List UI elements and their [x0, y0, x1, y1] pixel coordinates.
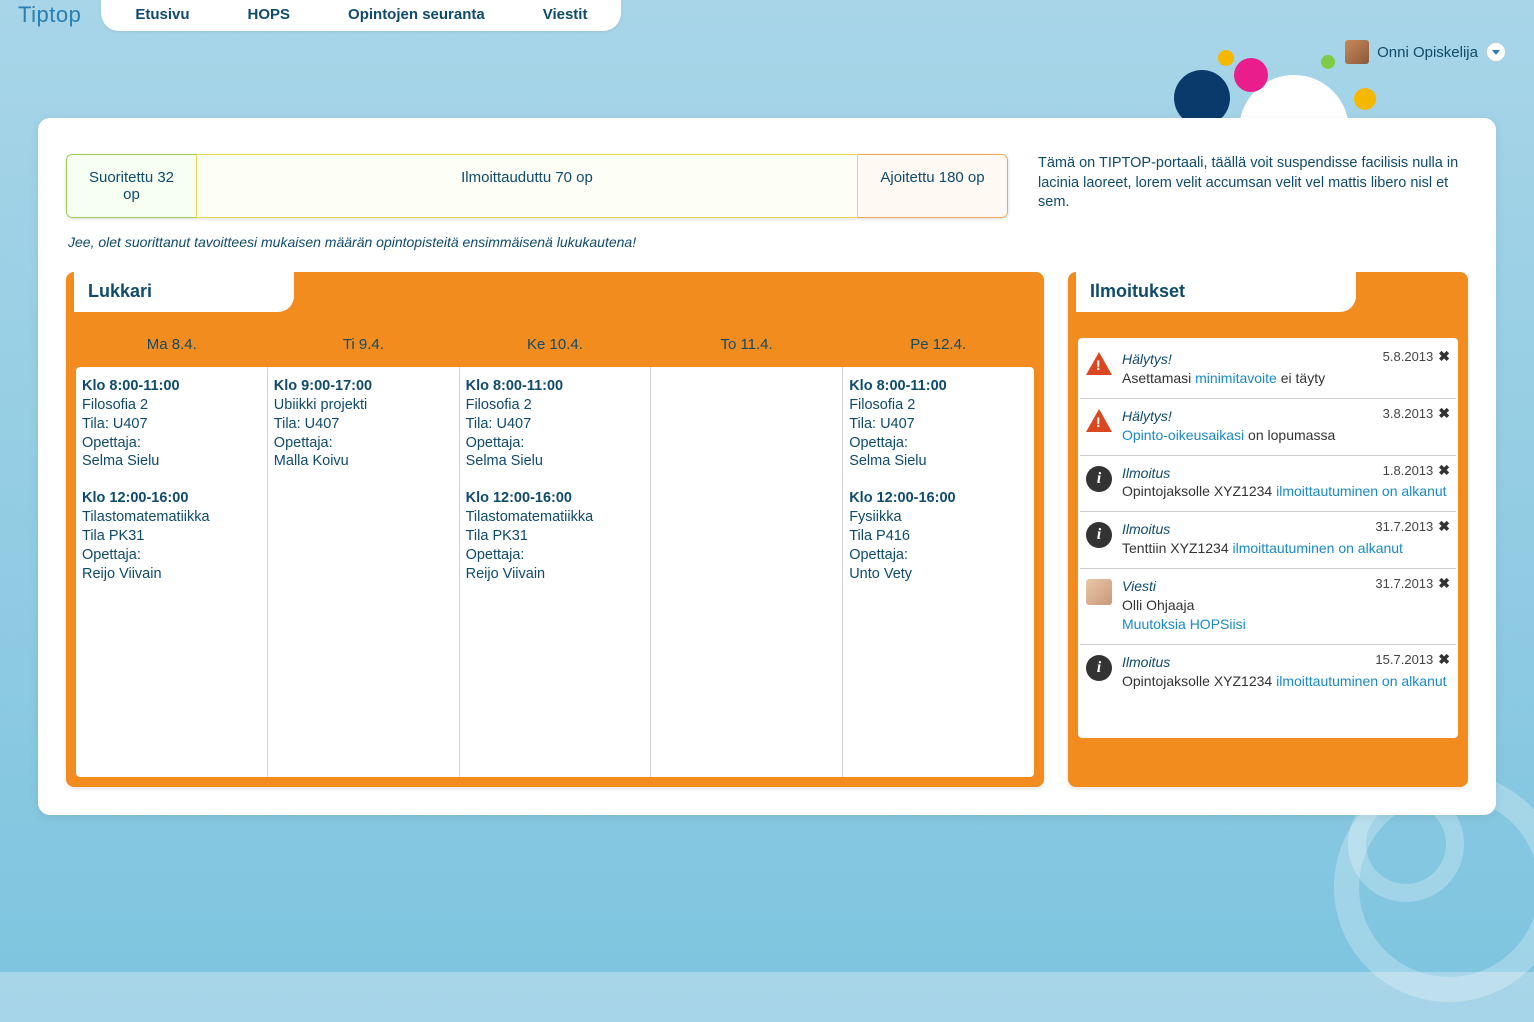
notifications-panel: Ilmoitukset Hälytys!Asettamasi minimitav… [1068, 272, 1468, 787]
notification-item[interactable]: Hälytys!Opinto-oikeusaikasi on lopumassa… [1080, 399, 1456, 456]
avatar-icon [1086, 579, 1112, 605]
notification-meta: 3.8.2013 ✖ [1383, 405, 1450, 422]
notification-item[interactable]: Hälytys!Asettamasi minimitavoite ei täyt… [1080, 342, 1456, 399]
day-column: Klo 9:00-17:00Ubiikki projektiTila: U407… [268, 367, 460, 777]
nav-hops[interactable]: HOPS [244, 4, 295, 25]
notification-link[interactable]: ilmoittautuminen on alkanut [1276, 673, 1446, 689]
notification-link[interactable]: Muutoksia HOPSiisi [1122, 616, 1246, 632]
progress-bar: Suoritettu 32 op Ilmoittauduttu 70 op Aj… [66, 154, 1008, 218]
info-icon: i [1086, 522, 1112, 548]
nav-seuranta[interactable]: Opintojen seuranta [344, 4, 489, 25]
day-header: Ma 8.4. [76, 332, 268, 361]
day-header: Pe 12.4. [842, 332, 1034, 361]
notification-link[interactable]: ilmoittautuminen on alkanut [1233, 540, 1403, 556]
schedule-event[interactable]: Klo 12:00-16:00TilastomatematiikkaTila P… [82, 489, 261, 583]
notification-item[interactable]: ViestiOlli OhjaajaMuutoksia HOPSiisi31.7… [1080, 569, 1456, 645]
close-icon[interactable]: ✖ [1438, 651, 1450, 668]
intro-text: Tämä on TIPTOP-portaali, täällä voit sus… [1038, 154, 1468, 213]
alert-icon [1086, 352, 1112, 375]
close-icon[interactable]: ✖ [1438, 348, 1450, 365]
schedule-event[interactable]: Klo 12:00-16:00TilastomatematiikkaTila P… [466, 489, 645, 583]
notification-link[interactable]: Opinto-oikeusaikasi [1122, 427, 1244, 443]
success-message: Jee, olet suorittanut tavoitteesi mukais… [68, 234, 1468, 250]
user-dropdown-button[interactable] [1486, 42, 1506, 62]
notification-item[interactable]: iIlmoitusOpintojaksolle XYZ1234 ilmoitta… [1080, 645, 1456, 701]
notifications-title: Ilmoitukset [1076, 269, 1356, 312]
schedule-event[interactable]: Klo 8:00-11:00Filosofia 2Tila: U407Opett… [466, 377, 645, 471]
app-logo: Tiptop [0, 2, 101, 28]
schedule-event[interactable]: Klo 9:00-17:00Ubiikki projektiTila: U407… [274, 377, 453, 471]
day-column [651, 367, 843, 777]
schedule-event[interactable]: Klo 12:00-16:00FysiikkaTila P416Opettaja… [849, 489, 1028, 583]
nav-viestit[interactable]: Viestit [539, 4, 592, 25]
notifications-list[interactable]: Hälytys!Asettamasi minimitavoite ei täyt… [1078, 338, 1458, 738]
schedule-event[interactable]: Klo 8:00-11:00Filosofia 2Tila: U407Opett… [849, 377, 1028, 471]
user-name: Onni Opiskelija [1377, 44, 1478, 61]
close-icon[interactable]: ✖ [1438, 462, 1450, 479]
day-column: Klo 8:00-11:00Filosofia 2Tila: U407Opett… [76, 367, 268, 777]
user-menu[interactable]: Onni Opiskelija [1345, 40, 1506, 64]
notification-meta: 15.7.2013 ✖ [1375, 651, 1450, 668]
nav-etusivu[interactable]: Etusivu [131, 4, 193, 25]
progress-scheduled: Ajoitettu 180 op [858, 154, 1008, 218]
notification-meta: 31.7.2013 ✖ [1375, 575, 1450, 592]
notification-link[interactable]: ilmoittautuminen on alkanut [1276, 483, 1446, 499]
day-header: Ke 10.4. [459, 332, 651, 361]
schedule-panel: Lukkari Ma 8.4.Ti 9.4.Ke 10.4.To 11.4.Pe… [66, 272, 1044, 787]
close-icon[interactable]: ✖ [1438, 575, 1450, 592]
main-nav: Etusivu HOPS Opintojen seuranta Viestit [101, 0, 621, 31]
schedule-event[interactable]: Klo 8:00-11:00Filosofia 2Tila: U407Opett… [82, 377, 261, 471]
progress-enrolled: Ilmoittauduttu 70 op [196, 154, 858, 218]
close-icon[interactable]: ✖ [1438, 518, 1450, 535]
info-icon: i [1086, 655, 1112, 681]
day-column: Klo 8:00-11:00Filosofia 2Tila: U407Opett… [843, 367, 1034, 777]
day-header: Ti 9.4. [268, 332, 460, 361]
notification-item[interactable]: iIlmoitusTenttiin XYZ1234 ilmoittautumin… [1080, 512, 1456, 569]
notification-item[interactable]: iIlmoitusOpintojaksolle XYZ1234 ilmoitta… [1080, 456, 1456, 513]
notification-link[interactable]: minimitavoite [1195, 370, 1277, 386]
day-column: Klo 8:00-11:00Filosofia 2Tila: U407Opett… [460, 367, 652, 777]
info-icon: i [1086, 466, 1112, 492]
user-avatar-icon [1345, 40, 1369, 64]
notification-meta: 1.8.2013 ✖ [1383, 462, 1450, 479]
progress-completed: Suoritettu 32 op [66, 154, 196, 218]
schedule-title: Lukkari [74, 269, 294, 312]
close-icon[interactable]: ✖ [1438, 405, 1450, 422]
alert-icon [1086, 409, 1112, 432]
day-header: To 11.4. [651, 332, 843, 361]
notification-meta: 31.7.2013 ✖ [1375, 518, 1450, 535]
notification-meta: 5.8.2013 ✖ [1383, 348, 1450, 365]
